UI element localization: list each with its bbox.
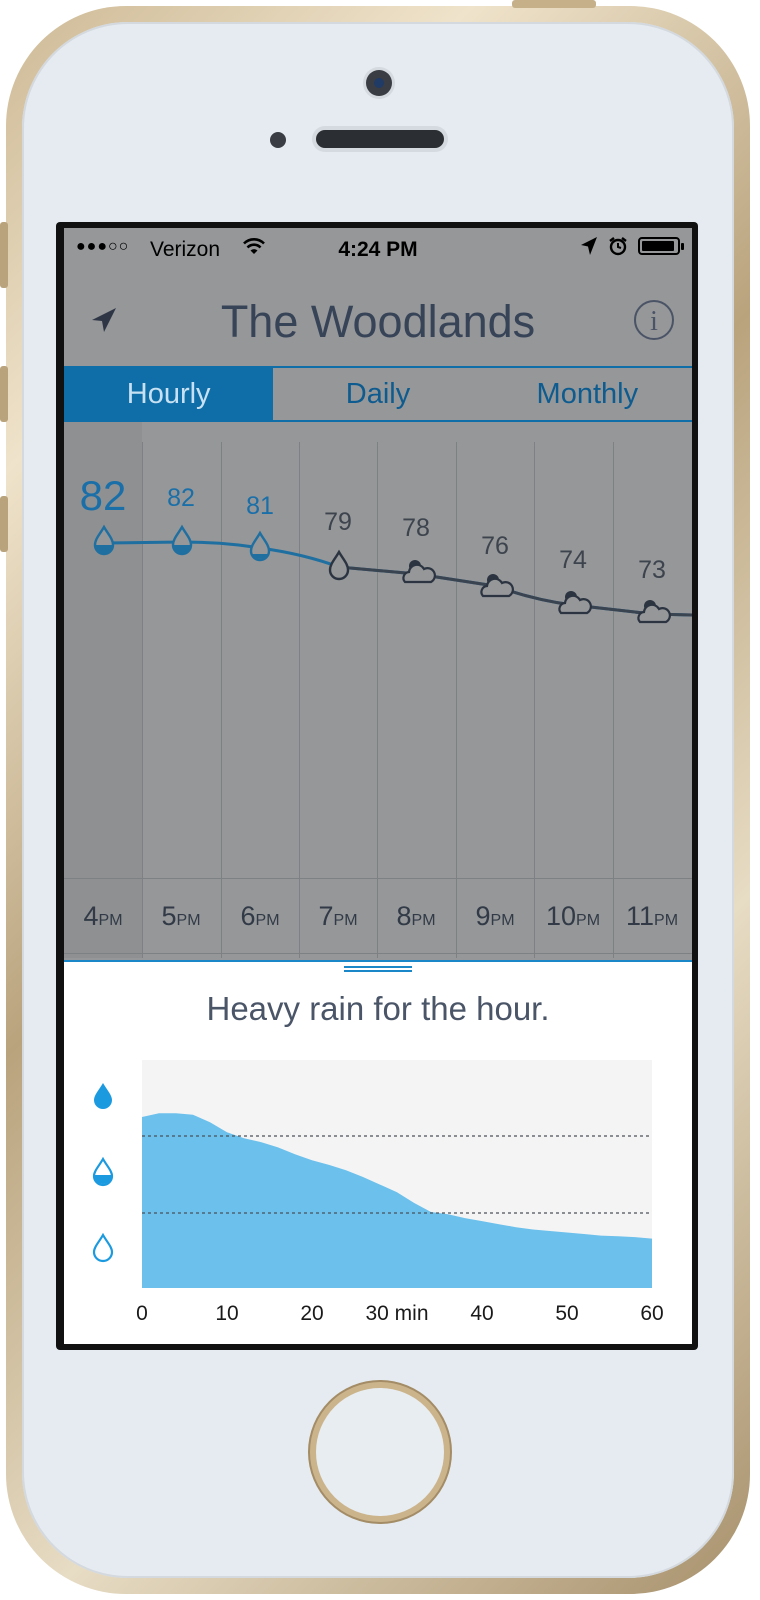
- status-icons: [580, 236, 684, 256]
- partly-cloudy-icon: [480, 574, 514, 598]
- x-tick-label: 20: [300, 1302, 323, 1325]
- precipitation-panel: Heavy rain for the hour. 0 10 20 30 min …: [64, 960, 692, 1344]
- x-tick-label: 50: [555, 1302, 578, 1325]
- light-rain-icon: [92, 1232, 114, 1263]
- hour-label: 10PM: [545, 901, 601, 931]
- hour-label: 5PM: [161, 901, 201, 931]
- sleep-button: [512, 0, 596, 8]
- hour-label: 6PM: [240, 901, 280, 931]
- alarm-icon: [609, 237, 627, 256]
- partly-cloudy-icon: [637, 600, 671, 624]
- x-tick-label: 10: [215, 1302, 238, 1325]
- screen: ●●●○○ Verizon 4:24 PM The Woodlands i Ho…: [56, 222, 698, 1350]
- x-tick-label: 30 min: [365, 1302, 428, 1325]
- mute-switch: [0, 222, 8, 288]
- header: The Woodlands i: [64, 272, 692, 366]
- volume-up-button: [0, 366, 8, 422]
- location-arrow-icon: [581, 237, 597, 255]
- hour-label: 7PM: [318, 901, 358, 931]
- x-tick-label: 0: [136, 1302, 148, 1325]
- precipitation-chart: 0 10 20 30 min 40 50 60: [92, 1060, 664, 1325]
- battery-icon: [638, 237, 684, 255]
- rain-drop-light-icon: [249, 530, 271, 562]
- status-bar: ●●●○○ Verizon 4:24 PM: [64, 228, 692, 272]
- view-tabs: Hourly Daily Monthly: [64, 366, 692, 422]
- app-screen: ●●●○○ Verizon 4:24 PM The Woodlands i Ho…: [64, 228, 692, 1344]
- rain-drop-outline-icon: [328, 549, 350, 581]
- partly-cloudy-icon: [558, 591, 592, 615]
- volume-down-button: [0, 496, 8, 552]
- home-button[interactable]: [316, 1388, 444, 1516]
- drag-handle[interactable]: [344, 966, 412, 972]
- tab-monthly[interactable]: Monthly: [483, 368, 692, 420]
- tab-hourly[interactable]: Hourly: [64, 368, 274, 420]
- city-title: The Woodlands: [220, 296, 536, 347]
- rain-drop-heavy-icon: [93, 524, 115, 556]
- tab-daily[interactable]: Daily: [273, 368, 482, 420]
- hour-label: 9PM: [475, 901, 515, 931]
- precip-summary: Heavy rain for the hour.: [206, 990, 550, 1027]
- hour-label: 8PM: [396, 901, 436, 931]
- moderate-rain-icon: [92, 1156, 114, 1187]
- hour-label: 11PM: [625, 901, 679, 931]
- proximity-sensor: [270, 132, 286, 148]
- earpiece-speaker: [316, 130, 444, 148]
- info-button[interactable]: i: [634, 300, 674, 340]
- front-camera: [366, 70, 392, 96]
- partly-cloudy-icon: [402, 560, 436, 584]
- x-tick-label: 60: [640, 1302, 663, 1325]
- rain-drop-heavy-icon: [171, 524, 193, 556]
- heavy-rain-icon: [94, 1083, 112, 1109]
- temperature-trend: [93, 524, 692, 624]
- hour-labels: 4PM 5PM 6PM 7PM 8PM 9PM 10PM 11PM: [64, 878, 692, 954]
- x-tick-label: 40: [470, 1302, 493, 1325]
- hour-label: 4PM: [83, 901, 123, 931]
